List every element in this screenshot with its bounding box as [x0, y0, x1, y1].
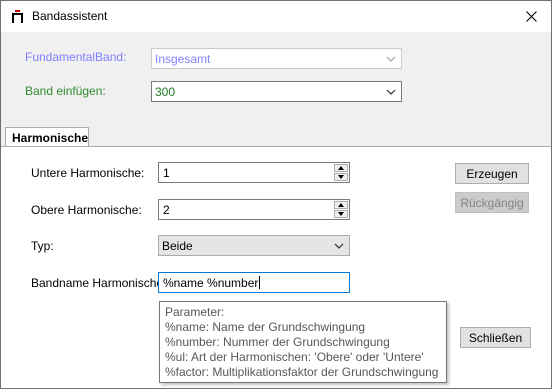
create-button[interactable]: Erzeugen — [455, 163, 529, 184]
upper-harmonic-value: 2 — [163, 203, 170, 217]
type-value: Beide — [162, 239, 193, 253]
chevron-down-icon — [334, 243, 344, 249]
title-bar: Bandassistent — [1, 1, 551, 32]
close-window-button[interactable] — [511, 1, 551, 32]
close-button[interactable]: Schließen — [460, 327, 531, 348]
insert-band-label: Band einfügen: — [25, 84, 106, 98]
upper-harmonic-spin[interactable] — [334, 201, 348, 218]
tab-label: Harmonische — [12, 131, 89, 145]
type-label: Typ: — [31, 239, 54, 253]
upper-harmonic-label: Obere Harmonische: — [31, 203, 142, 217]
type-select[interactable]: Beide — [158, 235, 350, 256]
tab-harmonische[interactable]: Harmonische — [5, 127, 89, 147]
lower-harmonic-label: Untere Harmonische: — [31, 166, 145, 180]
insert-band-value: 300 — [155, 85, 176, 99]
tooltip-line: %factor: Multiplikationsfaktor der Grund… — [165, 365, 439, 379]
dialog-window: Bandassistent FundamentalBand: Insgesamt… — [0, 0, 552, 389]
insert-band-select[interactable]: 300 — [151, 81, 402, 102]
lower-harmonic-spin[interactable] — [334, 164, 348, 181]
window-title: Bandassistent — [32, 9, 108, 23]
undo-button[interactable]: Rückgängig — [455, 192, 529, 213]
bandname-input[interactable]: %name %number — [158, 272, 350, 293]
lower-harmonic-stepper[interactable]: 1 — [158, 162, 350, 183]
fundamental-band-value: Insgesamt — [155, 52, 211, 66]
upper-harmonic-stepper[interactable]: 2 — [158, 199, 350, 220]
bandname-label: Bandname Harmonische: — [31, 276, 167, 290]
fundamental-band-label: FundamentalBand: — [25, 50, 127, 64]
spin-down-icon[interactable] — [334, 210, 348, 218]
tooltip-line: %ul: Art der Harmonischen: 'Obere' oder … — [165, 350, 424, 364]
spin-down-icon[interactable] — [334, 173, 348, 181]
band-assistant-icon — [10, 9, 26, 25]
close-icon — [525, 11, 537, 22]
parameter-tooltip: Parameter: %name: Name der Grundschwingu… — [159, 301, 447, 383]
spin-up-icon[interactable] — [334, 201, 348, 209]
chevron-down-icon — [386, 89, 396, 95]
tooltip-line: %name: Name der Grundschwingung — [165, 320, 366, 334]
chevron-down-icon — [386, 56, 396, 62]
fundamental-band-select[interactable]: Insgesamt — [151, 48, 402, 69]
lower-harmonic-value: 1 — [163, 166, 170, 180]
spin-up-icon[interactable] — [334, 164, 348, 172]
text-caret — [259, 276, 261, 289]
tooltip-line: Parameter: — [165, 305, 225, 319]
tooltip-line: %number: Nummer der Grundschwingung — [165, 335, 390, 349]
bandname-value: %name %number — [163, 276, 259, 290]
